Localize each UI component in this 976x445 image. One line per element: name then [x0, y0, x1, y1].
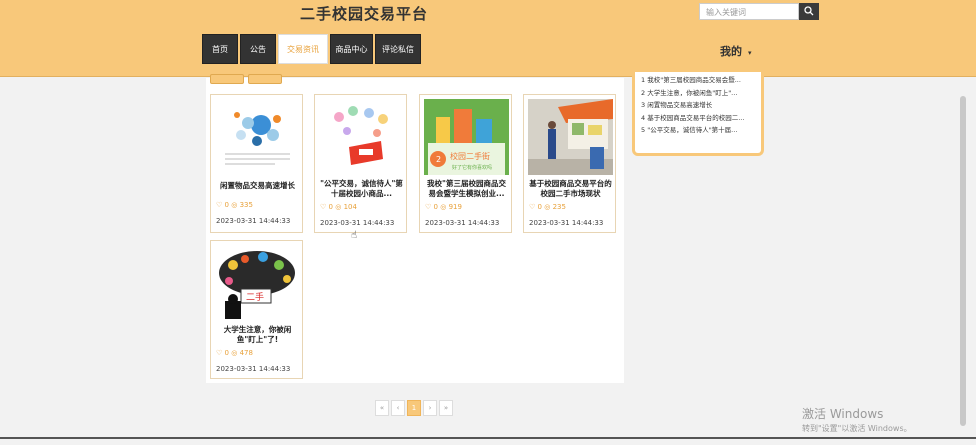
news-card[interactable]: 闲置物品交易高速增长 ♡ 0 ◎ 335 2023-03-31 14:44:33	[210, 94, 303, 233]
svg-text:2: 2	[436, 155, 441, 164]
scrollbar-thumb[interactable]	[960, 96, 966, 426]
sidebar-item[interactable]: 1 我校"第三届校园商品交易会暨...	[641, 74, 755, 87]
like-icon: ♡	[320, 203, 327, 211]
last-page-button[interactable]: »	[439, 400, 453, 416]
news-panel: 闲置物品交易高速增长 ♡ 0 ◎ 335 2023-03-31 14:44:33	[206, 74, 624, 383]
search-input[interactable]: 输入关键词	[699, 3, 799, 20]
nav-home[interactable]: 首页	[202, 34, 238, 64]
card-views: 335	[239, 201, 253, 209]
nav-announcements[interactable]: 公告	[240, 34, 276, 64]
next-page-button[interactable]: ›	[423, 400, 437, 416]
prev-page-button[interactable]: ‹	[391, 400, 405, 416]
card-likes: 0	[537, 203, 542, 211]
card-title: "公平交易，诚信待人"第十届校园小商品...	[320, 179, 403, 198]
page-button-1[interactable]: 1	[407, 400, 421, 416]
card-likes: 0	[224, 349, 229, 357]
card-title: 大学生注意，你被闲鱼"盯上"了!	[223, 325, 292, 344]
taskbar-edge	[0, 437, 976, 439]
card-image	[319, 99, 404, 175]
user-menu-label: 我的	[720, 45, 742, 58]
card-likes: 0	[328, 203, 333, 211]
sort-button-1[interactable]	[210, 74, 244, 84]
view-icon: ◎	[335, 203, 342, 211]
watermark-subtitle: 转到"设置"以激活 Windows。	[802, 424, 912, 433]
pagination: « ‹ 1 › »	[375, 400, 453, 416]
card-image: 二手	[215, 245, 300, 321]
news-card[interactable]: 二手 大学生注意，你被闲鱼"盯上"了! ♡ 0 ◎ 478 2023-03-31…	[210, 240, 303, 379]
nav-messages[interactable]: 评论私信	[375, 34, 421, 64]
card-image	[528, 99, 613, 175]
sidebar-item[interactable]: 2 大学生注意，你被闲鱼"盯上"...	[641, 87, 755, 100]
card-stats: ♡ 0 ◎ 919	[425, 203, 462, 211]
banner-text: 二手	[246, 291, 264, 303]
sidebar-item[interactable]: 3 闲置物品交易高速增长	[641, 99, 755, 112]
like-icon: ♡	[529, 203, 536, 211]
card-title: 闲置物品交易高速增长	[220, 181, 295, 190]
card-likes: 0	[224, 201, 229, 209]
site-title: 二手校园交易平台	[300, 5, 429, 23]
view-icon: ◎	[231, 201, 238, 209]
card-date: 2023-03-31 14:44:33	[216, 365, 291, 373]
page: 二手校园交易平台 输入关键词 首页 公告 交易资讯 商品中心 评论私信 我的 ▾	[0, 0, 976, 445]
search-icon	[804, 6, 814, 16]
like-icon: ♡	[216, 201, 223, 209]
card-stats: ♡ 0 ◎ 335	[216, 201, 253, 209]
card-title: 我校"第三届校园商品交易会暨学生模拟创业...	[427, 179, 506, 198]
banner-subtext: 好了它有你喜欢吗	[452, 164, 492, 171]
sidebar-item[interactable]: 4 基于校园商品交易平台的校园二...	[641, 112, 755, 125]
search-button[interactable]	[799, 3, 819, 20]
site-header: 二手校园交易平台 输入关键词 首页 公告 交易资讯 商品中心 评论私信 我的 ▾	[0, 0, 976, 77]
chevron-down-icon: ▾	[748, 49, 752, 57]
view-icon: ◎	[440, 203, 447, 211]
hot-news-sidebar: 1 我校"第三届校园商品交易会暨... 2 大学生注意，你被闲鱼"盯上"... …	[632, 72, 764, 156]
news-card[interactable]: 2 校园二手街 好了它有你喜欢吗 我校"第三届校园商品交易会暨学生模拟创业...…	[419, 94, 512, 233]
card-views: 919	[448, 203, 462, 211]
news-card[interactable]: "公平交易，诚信待人"第十届校园小商品... ♡ 0 ◎ 104 2023-03…	[314, 94, 407, 233]
watermark-title: 激活 Windows	[802, 407, 884, 421]
card-date: 2023-03-31 14:44:33	[320, 219, 395, 227]
card-date: 2023-03-31 14:44:33	[216, 217, 291, 225]
news-card[interactable]: 基于校园商品交易平台的校园二手市场现状 ♡ 0 ◎ 235 2023-03-31…	[523, 94, 616, 233]
card-image: 2 校园二手街 好了它有你喜欢吗	[424, 99, 509, 175]
card-views: 478	[239, 349, 253, 357]
nav-products[interactable]: 商品中心	[330, 34, 373, 64]
card-likes: 0	[433, 203, 438, 211]
like-icon: ♡	[216, 349, 223, 357]
nav-news[interactable]: 交易资讯	[278, 34, 328, 64]
card-views: 235	[552, 203, 566, 211]
card-image	[215, 99, 300, 175]
view-icon: ◎	[544, 203, 551, 211]
card-title: 基于校园商品交易平台的校园二手市场现状	[529, 179, 612, 198]
first-page-button[interactable]: «	[375, 400, 389, 416]
card-stats: ♡ 0 ◎ 478	[216, 349, 253, 357]
user-menu[interactable]: 我的 ▾	[720, 43, 752, 59]
view-icon: ◎	[231, 349, 238, 357]
card-views: 104	[343, 203, 357, 211]
banner-text: 校园二手街	[450, 151, 490, 161]
like-icon: ♡	[425, 203, 432, 211]
main-nav: 首页 公告 交易资讯 商品中心 评论私信	[202, 34, 421, 64]
activation-watermark: 激活 Windows 转到"设置"以激活 Windows。	[802, 405, 912, 434]
sidebar-item[interactable]: 5 "公平交易，诚信待人"第十届...	[641, 124, 755, 137]
card-date: 2023-03-31 14:44:33	[425, 219, 500, 227]
hand-cursor-icon: ☝	[351, 230, 358, 241]
card-stats: ♡ 0 ◎ 235	[529, 203, 566, 211]
card-stats: ♡ 0 ◎ 104	[320, 203, 357, 211]
sort-button-2[interactable]	[248, 74, 282, 84]
card-date: 2023-03-31 14:44:33	[529, 219, 604, 227]
